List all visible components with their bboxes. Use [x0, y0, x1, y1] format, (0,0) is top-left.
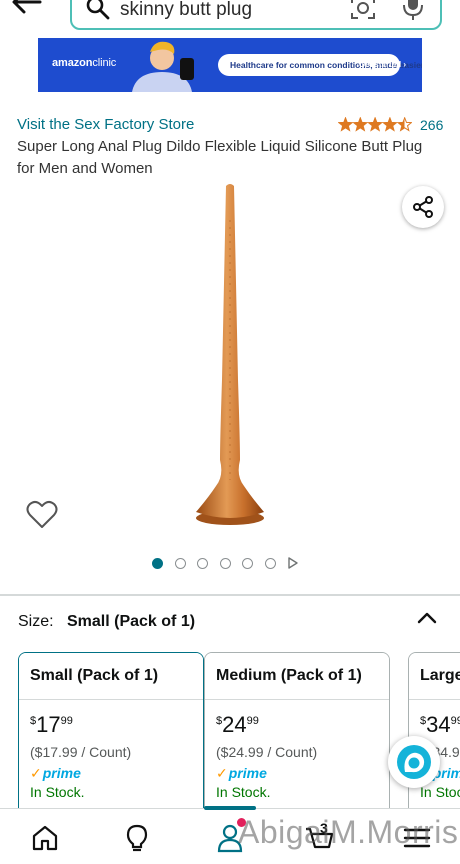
wishlist-heart-icon[interactable]	[26, 500, 58, 530]
size-option-small[interactable]: Small (Pack of 1) $17 99 ($17.99 / Count)…	[18, 652, 204, 812]
ad-get-started-link[interactable]: Get started ›	[354, 54, 406, 76]
product-title: Super Long Anal Plug Dildo Flexible Liqu…	[17, 138, 423, 177]
rating-count[interactable]: 266	[420, 117, 443, 133]
share-icon	[413, 196, 433, 218]
size-option-name: Medium (Pack of 1)	[205, 653, 389, 700]
carousel-dot[interactable]	[264, 557, 276, 569]
star-icon	[338, 117, 354, 132]
unit-price: ($17.99 / Count)	[30, 744, 132, 760]
size-options-carousel[interactable]: Small (Pack of 1) $17 99 ($17.99 / Count)…	[0, 652, 460, 812]
top-search-bar: skinny butt plug	[0, 0, 460, 32]
section-divider	[0, 594, 460, 596]
stock-status: In Stock.	[420, 784, 460, 800]
size-label: Size:	[18, 613, 54, 630]
size-option-medium[interactable]: Medium (Pack of 1) $24 99 ($24.99 / Count…	[204, 652, 390, 812]
home-icon[interactable]	[30, 823, 60, 853]
search-input[interactable]: skinny butt plug	[70, 0, 442, 30]
lightbulb-icon[interactable]	[122, 823, 152, 853]
star-icon	[367, 117, 384, 132]
carousel-dot[interactable]	[219, 557, 231, 569]
sponsored-ad-banner[interactable]: amazonclinic Healthcare for common condi…	[38, 38, 422, 92]
star-icon	[396, 117, 412, 132]
prime-badge: ✓prime	[216, 764, 267, 782]
chevron-up-icon[interactable]	[416, 610, 438, 626]
size-option-large[interactable]: Large (Pack of 1) $3499 ($34.99 / Count)…	[408, 652, 460, 812]
camera-lens-icon[interactable]	[350, 0, 376, 21]
prime-badge: ✓prime	[30, 764, 81, 782]
account-icon[interactable]	[215, 823, 245, 853]
menu-icon[interactable]	[402, 823, 432, 853]
size-option-name: Large (Pack of 1)	[409, 653, 460, 700]
carousel-dot[interactable]	[197, 557, 209, 569]
price: $3499	[420, 712, 460, 737]
bottom-navigation: 3	[0, 806, 460, 864]
microphone-icon[interactable]	[402, 0, 424, 21]
check-icon: ✓	[30, 764, 42, 781]
back-arrow-icon[interactable]	[10, 0, 42, 16]
stock-status: In Stock.	[216, 784, 271, 800]
video-play-icon[interactable]	[287, 557, 298, 569]
alexa-button[interactable]	[388, 736, 440, 788]
star-icon	[352, 117, 369, 132]
carousel-dot[interactable]	[174, 557, 186, 569]
check-icon: ✓	[216, 764, 228, 781]
search-query[interactable]: skinny butt plug	[120, 0, 252, 21]
alexa-icon	[397, 745, 431, 779]
active-tab-indicator	[204, 806, 256, 810]
cart-icon[interactable]	[304, 823, 334, 853]
product-image[interactable]	[190, 180, 270, 535]
rating-stars[interactable]	[338, 117, 412, 132]
ad-person-illustration	[132, 41, 194, 92]
selected-size: Small (Pack of 1)	[67, 613, 196, 630]
price: $17 99	[30, 712, 73, 737]
size-option-name: Small (Pack of 1)	[19, 653, 203, 700]
search-icon	[86, 0, 110, 20]
unit-price: ($24.99 / Count)	[216, 744, 318, 760]
amazon-clinic-logo: amazonclinic	[52, 57, 117, 69]
notification-dot	[237, 818, 246, 827]
star-icon	[381, 117, 398, 132]
share-button[interactable]	[402, 186, 444, 228]
price: $24 99	[216, 712, 259, 737]
cart-count: 3	[320, 820, 328, 836]
stock-status: In Stock.	[30, 784, 85, 800]
carousel-dot[interactable]	[242, 557, 254, 569]
visit-store-link[interactable]: Visit the Sex Factory Store	[17, 116, 194, 133]
image-carousel-dots[interactable]	[152, 556, 298, 570]
carousel-dot[interactable]	[152, 557, 163, 569]
